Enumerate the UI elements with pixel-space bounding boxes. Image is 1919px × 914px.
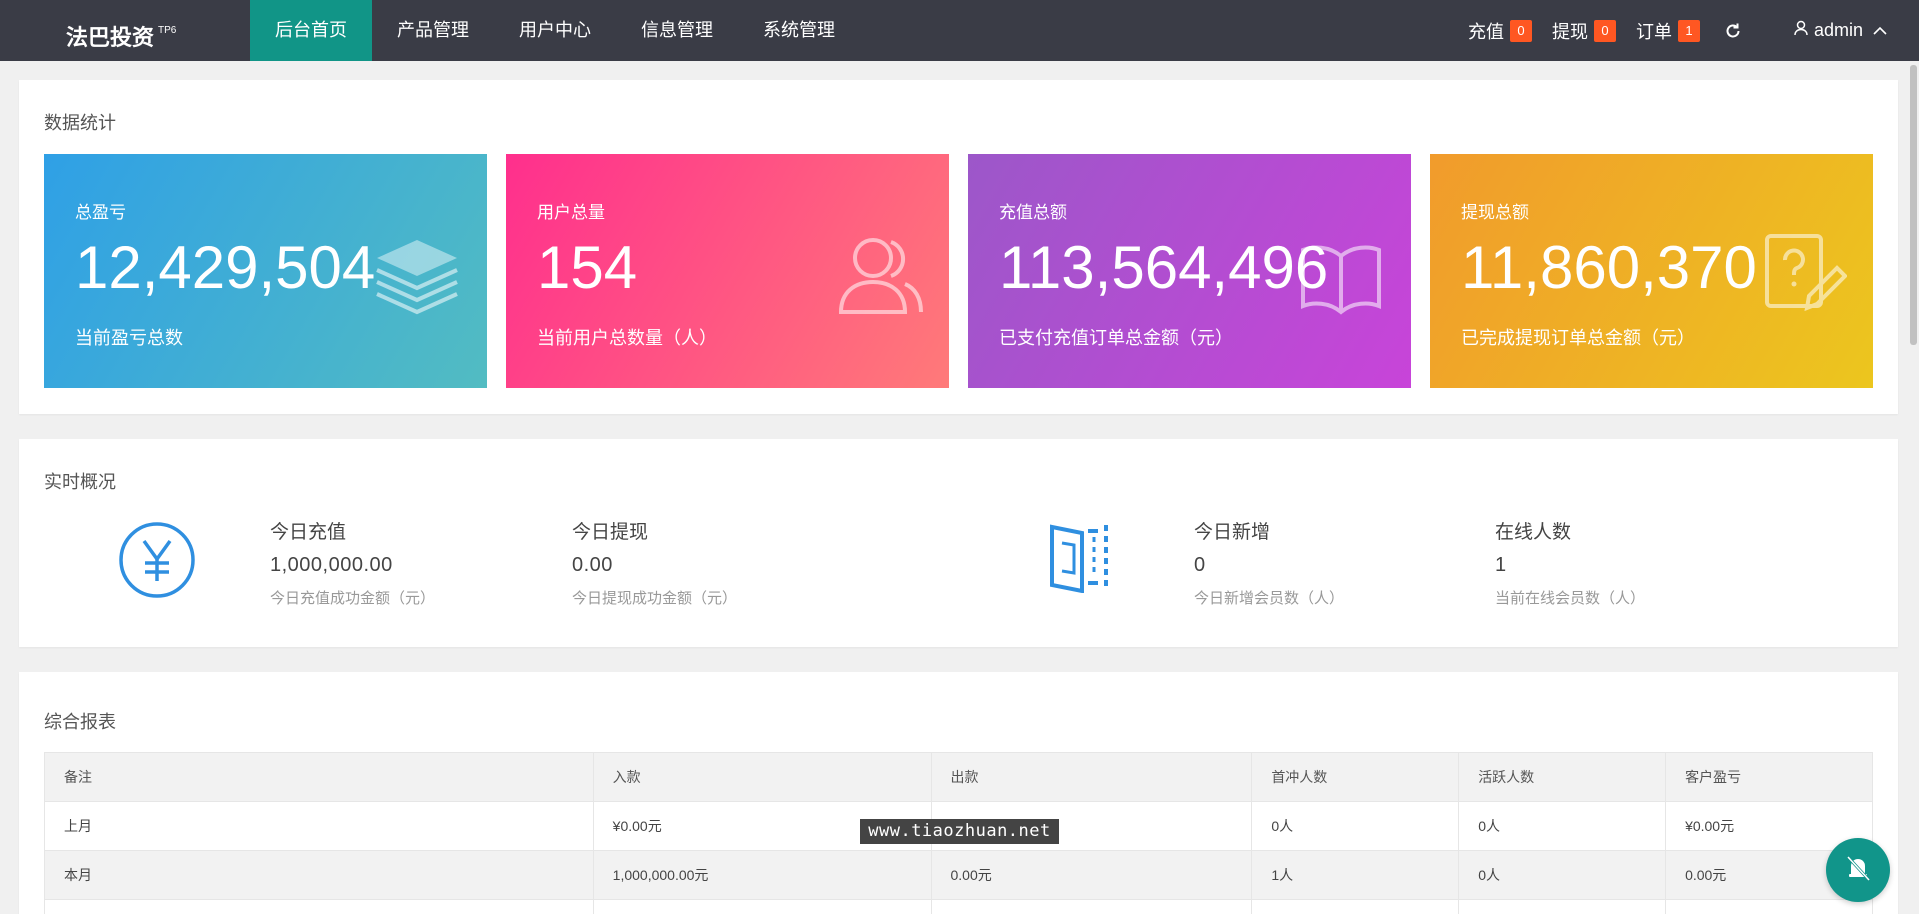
table-cell: 本月 — [44, 850, 594, 900]
table-row: 本月 1,000,000.00元 0.00元 1人 0人 0.00元 — [44, 850, 1873, 900]
overview-label: 今日充值 — [270, 522, 347, 543]
stat-sub: 已支付充值订单总金额（元） — [999, 328, 1233, 348]
overview-panel: 实时概况 今日充值 1,000,000.00 今日充值成功金额（元） 今日提现 … — [19, 439, 1898, 647]
scrollbar-thumb[interactable] — [1910, 65, 1917, 345]
table-cell: 1,000,000.00元 — [592, 850, 932, 900]
main-nav: 后台首页 产品管理 用户中心 信息管理 系统管理 — [250, 0, 860, 61]
table-cell — [592, 899, 932, 914]
nav-item-home[interactable]: 后台首页 — [250, 0, 372, 61]
stat-label: 用户总量 — [537, 203, 605, 222]
orders-badge: 1 — [1677, 19, 1700, 42]
overview-online: 在线人数 1 当前在线会员数（人） — [1495, 517, 1645, 608]
refresh-icon[interactable] — [1720, 18, 1746, 44]
user-menu[interactable]: admin — [1794, 20, 1887, 41]
layers-icon — [373, 232, 461, 316]
stat-label: 提现总额 — [1461, 203, 1529, 222]
column-header: 出款 — [930, 752, 1253, 802]
nav-item-system[interactable]: 系统管理 — [738, 0, 860, 61]
overview-today-new: 今日新增 0 今日新增会员数（人） — [1194, 517, 1344, 608]
column-header: 活跃人数 — [1458, 752, 1667, 802]
report-title: 综合报表 — [44, 712, 116, 732]
table-cell: 0人 — [1458, 850, 1667, 900]
stat-label: 充值总额 — [999, 203, 1067, 222]
chevron-up-icon — [1873, 20, 1887, 41]
stat-sub: 当前盈亏总数 — [75, 328, 183, 348]
stat-card-withdraw[interactable]: 提现总额 11,860,370 已完成提现订单总金额（元） — [1430, 154, 1873, 388]
stat-value: 12,429,504 — [75, 234, 376, 301]
user-icon — [1794, 20, 1808, 41]
withdraw-label: 提现 — [1551, 21, 1588, 42]
stat-card-profit[interactable]: 总盈亏 12,429,504 当前盈亏总数 — [44, 154, 487, 388]
recharge-badge: 0 — [1509, 19, 1532, 42]
bell-off-icon — [1843, 853, 1873, 888]
user-name: admin — [1813, 20, 1863, 40]
stat-label: 总盈亏 — [75, 203, 126, 222]
overview-label: 今日提现 — [572, 522, 649, 543]
recharge-label: 充值 — [1467, 21, 1504, 42]
table-cell — [1458, 899, 1667, 914]
overview-sub: 今日新增会员数（人） — [1194, 590, 1345, 607]
door-icon — [1048, 521, 1114, 594]
overview-label: 在线人数 — [1495, 522, 1572, 543]
table-cell: 0.00元 — [930, 850, 1253, 900]
watermark: www.tiaozhuan.net — [860, 819, 1059, 844]
recharge-link[interactable]: 充值 0 — [1468, 18, 1532, 44]
orders-link[interactable]: 订单 1 — [1636, 18, 1700, 44]
column-header: 首冲人数 — [1251, 752, 1460, 802]
nav-item-products[interactable]: 产品管理 — [372, 0, 494, 61]
overview-today-withdraw: 今日提现 0.00 今日提现成功金额（元） — [572, 517, 737, 608]
column-header: 入款 — [592, 752, 932, 802]
stat-sub: 已完成提现订单总金额（元） — [1461, 328, 1695, 348]
vertical-scrollbar[interactable] — [1908, 61, 1919, 914]
table-cell — [1251, 899, 1460, 914]
table-cell: 1人 — [1251, 850, 1460, 900]
withdraw-badge: 0 — [1593, 19, 1616, 42]
overview-label: 今日新增 — [1194, 522, 1271, 543]
brand-name: 法巴投资 — [66, 25, 155, 50]
column-header: 备注 — [44, 752, 594, 802]
nav-item-users[interactable]: 用户中心 — [494, 0, 616, 61]
overview-sub: 今日充值成功金额（元） — [270, 590, 436, 607]
stat-value: 154 — [537, 234, 638, 301]
withdraw-link[interactable]: 提现 0 — [1552, 18, 1616, 44]
overview-value: 1 — [1495, 554, 1507, 576]
stat-card-recharge[interactable]: 充值总额 113,564,496 已支付充值订单总金额（元） — [968, 154, 1411, 388]
stat-value: 113,564,496 — [999, 234, 1329, 301]
brand-logo[interactable]: 法巴投资 TP6 — [66, 0, 176, 61]
nav-item-info[interactable]: 信息管理 — [616, 0, 738, 61]
stat-value: 11,860,370 — [1461, 234, 1757, 301]
users-icon — [835, 232, 923, 316]
brand-version: TP6 — [158, 25, 177, 36]
table-cell — [44, 899, 594, 914]
mute-notification-button[interactable] — [1826, 838, 1890, 902]
table-row — [44, 899, 1873, 914]
overview-sub: 今日提现成功金额（元） — [572, 590, 738, 607]
question-edit-icon — [1759, 232, 1848, 316]
column-header: 客户盈亏 — [1665, 752, 1873, 802]
overview-value: 1,000,000.00 — [270, 554, 393, 576]
table-cell — [930, 899, 1253, 914]
yuan-icon — [118, 521, 196, 599]
overview-sub: 当前在线会员数（人） — [1495, 590, 1646, 607]
table-cell: 0人 — [1251, 801, 1460, 851]
top-navbar: 法巴投资 TP6 后台首页 产品管理 用户中心 信息管理 系统管理 充值 0 提现… — [0, 0, 1919, 61]
table-cell — [1665, 899, 1873, 914]
table-cell: 0人 — [1458, 801, 1667, 851]
stat-sub: 当前用户总数量（人） — [537, 328, 717, 348]
table-cell: 上月 — [44, 801, 594, 851]
overview-today-recharge: 今日充值 1,000,000.00 今日充值成功金额（元） — [270, 517, 435, 608]
table-header-row: 备注 入款 出款 首冲人数 活跃人数 客户盈亏 — [44, 752, 1873, 802]
header-actions: 充值 0 提现 0 订单 1 admin — [1468, 0, 1919, 61]
overview-value: 0.00 — [572, 554, 613, 576]
overview-value: 0 — [1194, 554, 1206, 576]
overview-title: 实时概况 — [44, 472, 116, 492]
orders-label: 订单 — [1635, 21, 1672, 42]
stat-card-users[interactable]: 用户总量 154 当前用户总数量（人） — [506, 154, 949, 388]
stats-title: 数据统计 — [44, 113, 116, 133]
